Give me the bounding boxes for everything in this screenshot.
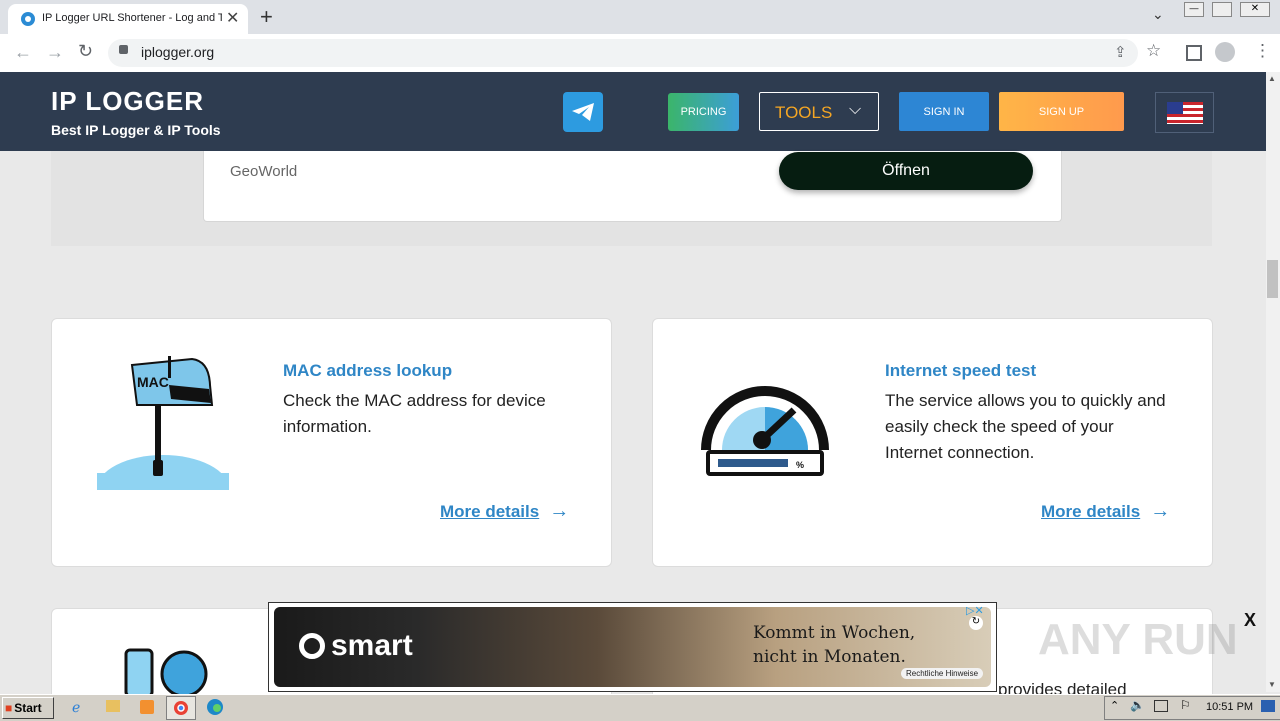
lock-icon[interactable] (119, 45, 128, 54)
share-icon[interactable]: ⇪ (1114, 43, 1127, 61)
tools-label: TOOLS (775, 103, 833, 122)
svg-text:%: % (796, 460, 804, 470)
more-details-label: More details (440, 501, 540, 521)
ad-close-button[interactable]: X (1244, 610, 1256, 631)
ad-brand: smart (331, 629, 413, 662)
mac-lookup-more-link[interactable]: More details → (440, 500, 569, 523)
mac-lookup-title[interactable]: MAC address lookup (283, 361, 452, 381)
media-player-icon[interactable] (140, 700, 154, 714)
folder-icon[interactable] (106, 700, 120, 712)
mailbox-icon: MAC (97, 356, 229, 490)
ad-line-1: Kommt in Wochen, (753, 623, 916, 643)
forward-arrow-icon[interactable]: → (46, 42, 64, 63)
scroll-down-icon[interactable]: ▼ (1268, 680, 1276, 689)
speedometer-icon: % (701, 386, 829, 476)
network-icon[interactable] (1154, 700, 1168, 712)
smart-logo-icon (299, 633, 325, 659)
speed-test-more-link[interactable]: More details → (1041, 500, 1170, 523)
chevron-down-icon: ⌵ (849, 101, 862, 118)
scroll-up-icon[interactable]: ▲ (1268, 74, 1276, 83)
reload-icon[interactable]: ↻ (78, 41, 93, 62)
ad-refresh-icon[interactable]: ↻ (969, 616, 983, 630)
page-scrollbar[interactable] (1266, 72, 1280, 692)
mailbox-label: MAC (137, 374, 169, 390)
us-flag-icon (1166, 101, 1203, 124)
menu-dots-icon[interactable]: ⋮ (1254, 41, 1271, 61)
site-tagline: Best IP Logger & IP Tools (51, 122, 221, 138)
more-details-label: More details (1041, 501, 1141, 521)
tab-search-icon[interactable]: ⌄ (1152, 6, 1164, 23)
chrome-icon (174, 701, 188, 715)
sign-in-button[interactable]: SIGN IN (899, 92, 989, 131)
tray-arrow-icon[interactable]: ⌃ (1110, 699, 1119, 712)
site-logo[interactable]: IP LOGGER (51, 86, 204, 117)
bookmark-star-icon[interactable]: ☆ (1146, 41, 1161, 61)
tab-title: IP Logger URL Shortener - Log and Tr (42, 12, 222, 24)
language-selector[interactable] (1155, 92, 1214, 133)
arrow-right-icon: → (549, 500, 570, 522)
close-window-button[interactable]: ✕ (1240, 2, 1270, 17)
speed-test-description: The service allows you to quickly and ea… (885, 391, 1166, 462)
ad-line-2: nicht in Monaten. (753, 647, 906, 667)
telegram-icon (572, 103, 594, 121)
url-text[interactable]: iplogger.org (141, 44, 214, 60)
scrollbar-thumb[interactable] (1267, 260, 1278, 298)
site-favicon-icon (21, 12, 35, 26)
restore-button[interactable] (1212, 2, 1232, 17)
back-arrow-icon[interactable]: ← (14, 42, 32, 63)
speed-test-title[interactable]: Internet speed test (885, 361, 1036, 381)
new-tab-button[interactable]: + (260, 4, 273, 30)
chrome-taskbar-button[interactable] (166, 696, 196, 720)
geoworld-label: GeoWorld (230, 163, 298, 180)
show-desktop-icon[interactable] (1261, 700, 1275, 712)
tools-dropdown[interactable]: TOOLS ⌵ (759, 92, 879, 131)
start-button[interactable]: ■ Start (2, 697, 54, 719)
start-label: Start (14, 701, 42, 715)
profile-avatar-icon[interactable] (1215, 42, 1235, 62)
edge-icon[interactable] (206, 698, 224, 716)
ie-icon[interactable]: ℯ (72, 699, 88, 715)
open-button[interactable]: Öffnen (779, 152, 1033, 190)
side-panel-icon[interactable] (1186, 45, 1202, 61)
mac-lookup-description: Check the MAC address for device informa… (283, 391, 546, 436)
telegram-button[interactable] (563, 92, 603, 132)
flag-icon[interactable]: ⚐ (1180, 698, 1191, 712)
arrow-right-icon: → (1150, 500, 1171, 522)
tab-close-icon[interactable]: ✕ (226, 8, 239, 28)
clock[interactable]: 10:51 PM (1206, 701, 1253, 713)
windows-logo-icon: ■ (5, 701, 13, 715)
browser-tool-icon (124, 648, 208, 694)
window-controls: — ✕ (1184, 2, 1274, 18)
watermark: ANY RUN (1038, 615, 1238, 664)
ad-legal-link[interactable]: Rechtliche Hinweise (901, 668, 984, 679)
sign-up-button[interactable]: SIGN UP (999, 92, 1124, 131)
minimize-button[interactable]: — (1184, 2, 1204, 17)
browser-tab[interactable]: IP Logger URL Shortener - Log and Tr ✕ (8, 4, 248, 34)
pricing-button[interactable]: PRICING (668, 93, 739, 131)
omnibox[interactable] (108, 39, 1138, 67)
volume-icon[interactable]: 🔈 (1130, 698, 1145, 712)
ad-banner[interactable]: smart Kommt in Wochen, nicht in Monaten.… (268, 602, 997, 692)
